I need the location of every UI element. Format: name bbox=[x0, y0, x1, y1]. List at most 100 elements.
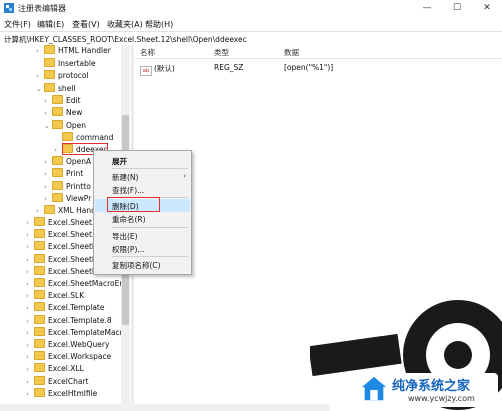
expand-arrow-icon[interactable]: › bbox=[26, 280, 34, 288]
menu-item-permissions[interactable]: 权限(P)... bbox=[95, 242, 190, 255]
tree-item-label: ExcelChart bbox=[48, 377, 89, 386]
tree-item-label: Excel.TemplateMacro bbox=[48, 328, 128, 337]
tree-item[interactable]: › Excel.Workspace bbox=[26, 351, 111, 363]
menu-item-new[interactable]: 新建(N) › bbox=[95, 170, 190, 183]
expand-arrow-icon[interactable]: › bbox=[36, 207, 44, 215]
tree-item[interactable]: › HTML Handler bbox=[36, 45, 111, 57]
folder-icon bbox=[34, 388, 45, 397]
expand-arrow-icon[interactable]: › bbox=[26, 231, 34, 239]
tree-item[interactable]: › Excel.Sheet.5 bbox=[26, 217, 99, 229]
menu-item-export[interactable]: 导出(E) bbox=[95, 229, 190, 242]
folder-icon bbox=[34, 229, 45, 238]
menu-help[interactable]: 帮助(H) bbox=[145, 19, 173, 30]
tree-item-label: Excel.Sheet.8 bbox=[48, 230, 100, 239]
tree-item[interactable]: › Excel.SheetB bbox=[26, 254, 97, 266]
title-bar: 注册表编辑器 — ☐ ✕ bbox=[0, 0, 502, 18]
tree-item[interactable]: › Excel.Sheet.8 bbox=[26, 229, 99, 241]
menu-item-rename[interactable]: 重命名(R) bbox=[95, 212, 190, 225]
expand-arrow-icon[interactable]: › bbox=[44, 183, 52, 191]
tree-item[interactable]: › Excel.SLK bbox=[26, 290, 84, 302]
address-bar[interactable]: 计算机\HKEY_CLASSES_ROOT\Excel.Sheet.12\she… bbox=[0, 31, 502, 46]
tree-item[interactable]: › Print bbox=[44, 168, 83, 180]
tree-item[interactable]: › protocol bbox=[36, 70, 89, 82]
tree-item[interactable]: › ExcelChart bbox=[26, 376, 88, 388]
expand-arrow-icon[interactable]: › bbox=[26, 304, 34, 312]
tree-item[interactable]: ⌄ Open bbox=[44, 120, 86, 132]
watermark-logo: 纯净系统之家 www.ycwjzy.com bbox=[356, 373, 498, 407]
expand-arrow-icon[interactable]: › bbox=[26, 317, 34, 325]
folder-icon bbox=[62, 132, 73, 141]
expand-arrow-icon[interactable]: › bbox=[26, 378, 34, 386]
tree-item[interactable]: › Excel.Template bbox=[26, 302, 104, 314]
expand-arrow-icon[interactable]: › bbox=[26, 390, 34, 398]
expand-arrow-icon[interactable]: › bbox=[44, 170, 52, 178]
collapse-arrow-icon[interactable]: ⌄ bbox=[44, 122, 52, 130]
expand-arrow-icon[interactable]: › bbox=[26, 243, 34, 251]
folder-icon bbox=[34, 315, 45, 324]
folder-icon bbox=[52, 181, 63, 190]
folder-icon bbox=[34, 278, 45, 287]
tree-item-label: Edit bbox=[66, 96, 81, 105]
tree-item[interactable]: › Excel.SheetMacroEna bbox=[26, 278, 129, 290]
folder-icon bbox=[44, 70, 55, 79]
minimize-button[interactable]: — bbox=[412, 0, 442, 17]
tree-item[interactable]: › XML Hand bbox=[36, 205, 96, 217]
tree-item[interactable]: › Excel.XLL bbox=[26, 363, 84, 375]
expand-arrow-icon[interactable]: › bbox=[54, 146, 62, 154]
tree-item[interactable]: › Edit bbox=[44, 95, 81, 107]
chevron-right-icon: › bbox=[183, 172, 186, 180]
expand-arrow-icon[interactable]: › bbox=[44, 109, 52, 117]
expand-arrow-icon[interactable]: › bbox=[26, 219, 34, 227]
folder-icon bbox=[34, 266, 45, 275]
value-row-name[interactable]: ab (默认) bbox=[140, 63, 175, 76]
expand-arrow-icon[interactable]: › bbox=[26, 256, 34, 264]
menu-edit[interactable]: 编辑(E) bbox=[37, 19, 64, 30]
tree-item[interactable]: › Printto bbox=[44, 181, 91, 193]
collapse-arrow-icon[interactable]: ⌄ bbox=[36, 85, 44, 93]
column-header-type[interactable]: 类型 bbox=[214, 47, 229, 58]
folder-icon bbox=[52, 193, 63, 202]
close-button[interactable]: ✕ bbox=[472, 0, 502, 17]
column-header-data[interactable]: 数据 bbox=[284, 47, 299, 58]
tree-item[interactable]: › ViewPr bbox=[44, 193, 91, 205]
tree-item[interactable]: › New bbox=[44, 107, 82, 119]
expand-arrow-icon[interactable]: › bbox=[36, 72, 44, 80]
tree-item[interactable]: › Excel.SheetB bbox=[26, 241, 97, 253]
tree-item[interactable]: ⌄ shell bbox=[36, 83, 75, 95]
tree-item-label: Excel.XLL bbox=[48, 364, 84, 373]
column-header-name[interactable]: 名称 bbox=[140, 47, 155, 58]
menu-item-expand[interactable]: 展开 bbox=[95, 154, 190, 167]
expand-arrow-icon[interactable]: › bbox=[26, 365, 34, 373]
expand-arrow-icon[interactable]: › bbox=[44, 195, 52, 203]
window-title: 注册表编辑器 bbox=[18, 4, 66, 13]
menu-item-find[interactable]: 查找(F)... bbox=[95, 183, 190, 196]
expand-arrow-icon[interactable]: › bbox=[26, 353, 34, 361]
tree-item[interactable]: › Excel.Template.8 bbox=[26, 315, 112, 327]
tree-item-label: command bbox=[76, 133, 114, 142]
value-type: REG_SZ bbox=[214, 63, 244, 72]
tree-item-label: New bbox=[66, 108, 83, 117]
menu-file[interactable]: 文件(F) bbox=[4, 19, 31, 30]
expand-arrow-icon[interactable]: › bbox=[26, 268, 34, 276]
expand-arrow-icon[interactable]: › bbox=[26, 341, 34, 349]
address-path[interactable]: 计算机\HKEY_CLASSES_ROOT\Excel.Sheet.12\she… bbox=[4, 34, 247, 45]
folder-icon bbox=[52, 120, 63, 129]
tree-item[interactable]: Insertable bbox=[36, 58, 96, 70]
expand-arrow-icon[interactable]: › bbox=[44, 97, 52, 105]
expand-arrow-icon[interactable]: › bbox=[26, 329, 34, 337]
tree-item[interactable]: › Excel.SheetM bbox=[26, 266, 98, 278]
tree-item[interactable]: › ExcelHtmlfile bbox=[26, 388, 97, 400]
expand-arrow-icon[interactable]: › bbox=[44, 158, 52, 166]
menu-view[interactable]: 查看(V) bbox=[72, 19, 100, 30]
tree-item-label: Excel.Sheet.5 bbox=[48, 218, 100, 227]
tree-item[interactable]: › Excel.WebQuery bbox=[26, 339, 109, 351]
expand-arrow-icon[interactable]: › bbox=[36, 47, 44, 55]
maximize-button[interactable]: ☐ bbox=[442, 0, 472, 17]
expand-arrow-icon[interactable]: › bbox=[26, 292, 34, 300]
menu-item-copy-key-name[interactable]: 复制项名称(C) bbox=[95, 258, 190, 271]
tree-item-label: XML Hand bbox=[58, 206, 96, 215]
menu-favorites[interactable]: 收藏夹(A) bbox=[107, 19, 143, 30]
tree-item[interactable]: › Excel.TemplateMacro bbox=[26, 327, 127, 339]
folder-icon bbox=[52, 156, 63, 165]
tree-item[interactable]: › OpenA bbox=[44, 156, 91, 168]
